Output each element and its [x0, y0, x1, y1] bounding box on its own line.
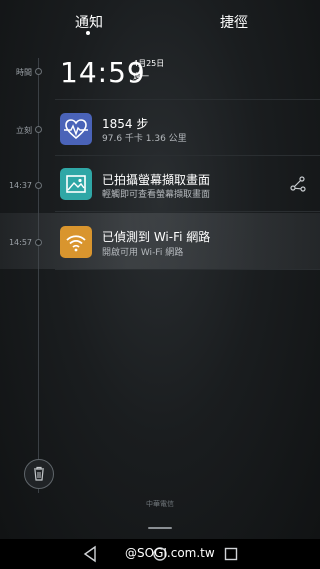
notification-subtitle: 輕觸即可查看螢幕擷取畫面: [102, 190, 211, 200]
health-heart-icon: [60, 113, 92, 145]
timeline-dot: [35, 68, 42, 75]
image-icon: [60, 168, 92, 200]
divider: [55, 99, 320, 100]
divider: [55, 155, 320, 156]
notification-subtitle: 開啟可用 Wi-Fi 網路: [102, 248, 184, 258]
active-tab-indicator: [86, 31, 90, 35]
notification-time: 立刻: [16, 126, 32, 135]
notification-tabs: 通知 捷徑: [0, 0, 320, 42]
watermark: @SOGI.com.tw: [125, 546, 215, 560]
wifi-icon: [60, 226, 92, 258]
tab-notifications[interactable]: 通知: [75, 12, 103, 32]
date: 4月25日: [133, 59, 165, 68]
share-icon[interactable]: [289, 175, 307, 193]
clear-all-button[interactable]: [24, 459, 54, 489]
timeline-dot: [35, 182, 42, 189]
divider: [55, 211, 320, 212]
divider: [55, 269, 320, 270]
timeline-line: [38, 58, 39, 493]
drawer-handle[interactable]: [148, 527, 172, 529]
timeline-dot: [35, 239, 42, 246]
trash-icon: [34, 466, 44, 481]
notification-title: 1854 步: [102, 117, 149, 131]
notification-title: 已拍攝螢幕擷取畫面: [102, 173, 211, 187]
recent-apps-icon: [224, 547, 238, 561]
notification-subtitle: 97.6 千卡 1.36 公里: [102, 134, 187, 144]
weekday: 週一: [133, 72, 149, 81]
notification-title: 已偵測到 Wi-Fi 網路: [102, 230, 211, 244]
tab-shortcuts[interactable]: 捷徑: [220, 12, 248, 32]
notification-time: 14:37: [8, 181, 32, 190]
timeline-dot: [35, 126, 42, 133]
back-icon: [83, 545, 96, 563]
carrier-label: 中華電信: [146, 500, 174, 508]
back-button[interactable]: [82, 545, 98, 567]
recent-apps-button[interactable]: [223, 545, 239, 567]
timeline-label-now: 時間: [16, 68, 32, 77]
notification-time: 14:57: [8, 238, 32, 247]
